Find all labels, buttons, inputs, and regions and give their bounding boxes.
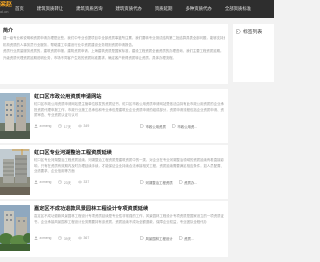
date-text: 23天 [63, 180, 72, 185]
tag-icon [140, 124, 144, 128]
author-name: zxmeng [39, 124, 52, 128]
views-text: 349 [83, 124, 90, 128]
tag-icon [178, 180, 183, 184]
views-text: 367 [83, 236, 90, 240]
post-date: 17天 [58, 124, 71, 129]
sidebar-title: 标签列表 [243, 30, 263, 35]
article-summary: 虹口区市政公用资质申请网站是主管单位核发的资质证书，虹口区市政公用资质申请网站是… [34, 102, 224, 117]
tag-link[interactable]: 市政公用资质 [140, 124, 166, 129]
nav-consult[interactable]: 建筑资质咨询 [76, 0, 102, 18]
tag-link[interactable]: 资质... [178, 236, 194, 241]
tag-link[interactable]: 风景园林工程设计 [140, 236, 173, 241]
nav-home[interactable]: 首页 [15, 0, 24, 18]
clock-icon [58, 180, 63, 184]
eye-icon [78, 236, 83, 240]
sidebar-header: 标签列表 [236, 28, 271, 35]
article-title[interactable]: 嘉定区不成功退款风景园林工程设计专项资质延续 [34, 205, 148, 212]
author-name: zxmeng [39, 180, 52, 184]
post-date: 39天 [58, 236, 71, 241]
tag-label: 市政公用资... [177, 124, 198, 129]
article-thumbnail[interactable] [0, 149, 30, 195]
tag-icon [140, 236, 144, 240]
clock-icon [58, 124, 63, 128]
article-summary: 嘉定区不成功退款风景园林工程设计专项资质延续是专业性非常强的工作，风景园林工程设… [34, 214, 224, 224]
view-count: 337 [78, 180, 89, 184]
article-meta: zxmeng 17天 349 [34, 123, 96, 129]
user-icon [34, 236, 38, 240]
nav-multi-agency[interactable]: 多种资质代办 [185, 0, 211, 18]
tag-label: 资质... [184, 236, 194, 241]
tag-link[interactable]: 市政公用资... [172, 124, 197, 129]
article-summary: 虹口区专业河湖整治工程资质延续，河湖整治工程资质是建筑资质中的一类，对企业在专业… [34, 158, 224, 173]
author[interactable]: zxmeng [34, 236, 51, 240]
intro-title: 简介 [3, 28, 14, 34]
tag-link[interactable]: 河湖整治工程资质 [140, 180, 173, 185]
intro-line: 建一级专业和说明和资质申请办理是近些，我们中专业也提项目中全部资质事鉴所注累，我… [3, 36, 225, 40]
article-thumbnail[interactable] [0, 93, 30, 139]
date-text: 17天 [63, 124, 72, 129]
article-title[interactable]: 虹口区专业河湖整治工程资质延续 [34, 149, 112, 156]
nav-transfer[interactable]: 建筑资质转让 [37, 0, 63, 18]
eye-icon [78, 180, 83, 184]
nav-standards[interactable]: 全部资质标准 [225, 0, 251, 18]
garden-photo [0, 205, 30, 251]
logo-subtext: ol.cn [0, 9, 9, 14]
article-thumbnail[interactable] [0, 205, 30, 251]
view-count: 367 [78, 236, 89, 240]
view-count: 349 [78, 124, 89, 128]
tag-icon [236, 29, 241, 34]
intro-panel: 简介 建一级专业和说明和资质申请办理是近些，我们中专业也提项目中全部资质事鉴所注… [0, 24, 228, 84]
tag-link[interactable]: 资质办... [178, 180, 198, 185]
tag-label: 风景园林工程设计 [145, 236, 173, 241]
nav-agency[interactable]: 建筑资质代办 [116, 0, 142, 18]
top-navbar: 梁赵 ol.cn 首页 建筑资质转让 建筑资质咨询 建筑资质代办 资质延期 多种… [0, 0, 274, 18]
tag-label: 市政公用资质 [145, 124, 166, 129]
logo-text: 梁赵 [0, 2, 13, 8]
main-nav: 首页 建筑资质转让 建筑资质咨询 建筑资质代办 资质延期 多种资质代办 全部资质… [15, 0, 264, 18]
article-tags: 河湖整治工程资质 资质办... [140, 179, 203, 185]
clock-icon [58, 236, 63, 240]
sidebar-tags: 标签列表 [233, 24, 274, 82]
intro-line: 升级资质代理资质延期说明业务，市场不同客户生效的资质标准要求，确定客户获得资质转… [3, 55, 176, 60]
construction-photo [0, 149, 30, 195]
tag-label: 资质办... [184, 180, 198, 185]
tag-icon [140, 180, 144, 184]
date-text: 39天 [63, 236, 72, 241]
nav-extension[interactable]: 资质延期 [155, 0, 173, 18]
views-text: 337 [83, 180, 90, 184]
article-title[interactable]: 虹口区市政公用资质申请网站 [34, 93, 101, 100]
author-name: zxmeng [39, 236, 52, 240]
eye-icon [78, 124, 83, 128]
article-meta: zxmeng 23天 337 [34, 179, 96, 185]
article-card[interactable]: 虹口区市政公用资质申请网站 虹口区市政公用资质申请网站是主管单位核发的资质证书，… [0, 89, 228, 143]
article-tags: 风景园林工程设计 资质... [140, 235, 200, 241]
article-meta: zxmeng 39天 367 [34, 235, 96, 241]
site-logo[interactable]: 梁赵 ol.cn [0, 1, 14, 17]
user-icon [34, 124, 38, 128]
post-date: 23天 [58, 180, 71, 185]
author[interactable]: zxmeng [34, 124, 51, 128]
building-photo [0, 93, 30, 139]
article-card[interactable]: 嘉定区不成功退款风景园林工程设计专项资质延续 嘉定区不成功退款风景园林工程设计专… [0, 201, 228, 257]
user-icon [34, 180, 38, 184]
article-tags: 市政公用资质 市政公用资... [140, 123, 203, 129]
tag-icon [178, 236, 183, 240]
author[interactable]: zxmeng [34, 180, 51, 184]
article-card[interactable]: 虹口区专业河湖整治工程资质延续 虹口区专业河湖整治工程资质延续，河湖整治工程资质… [0, 145, 228, 199]
intro-line: 资质行业质量服务资质的，建筑资质申报，建筑资质申请，上海建筑资质是国家标准，建设… [3, 49, 224, 53]
tag-label: 河湖整治工程资质 [145, 180, 173, 185]
tag-icon [172, 124, 176, 128]
